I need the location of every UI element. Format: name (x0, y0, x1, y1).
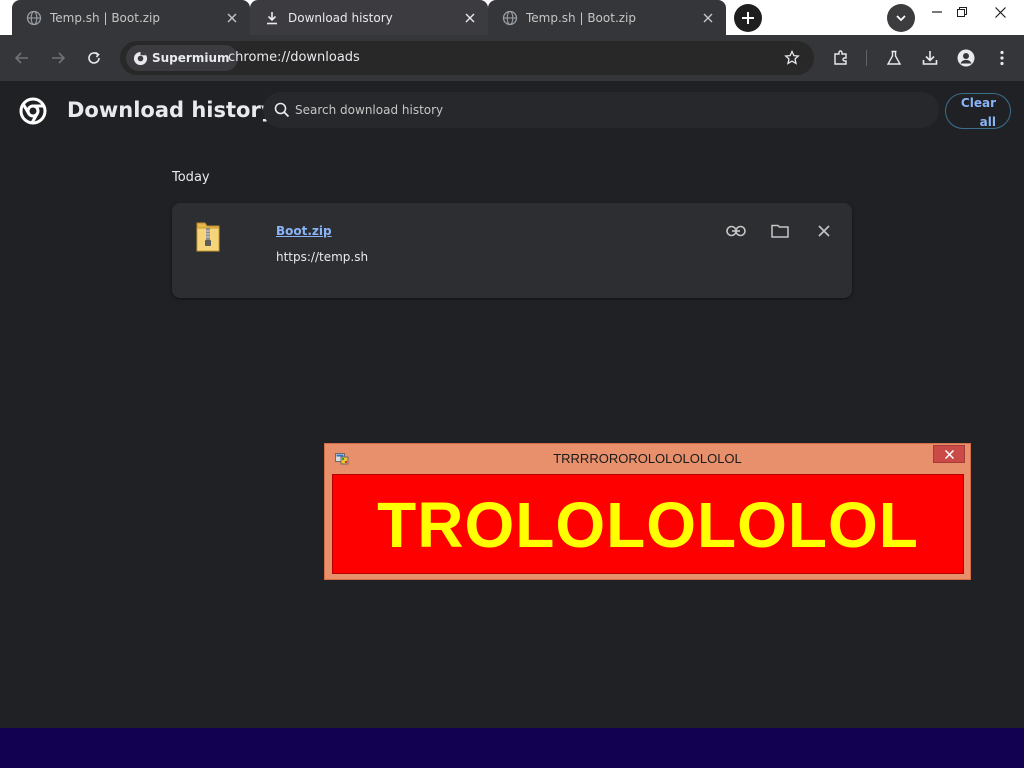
bottom-strip (0, 728, 1024, 768)
reload-button[interactable] (80, 44, 108, 72)
download-file-link[interactable]: Boot.zip (276, 224, 332, 238)
clear-all-button[interactable]: Clear all (945, 93, 1011, 129)
tab-download-history[interactable]: Download history (250, 0, 488, 35)
clear-all-label-line2: all (979, 115, 996, 129)
menu-kebab-icon[interactable] (991, 47, 1013, 69)
toolbar-separator (866, 50, 867, 66)
show-in-folder-icon[interactable] (768, 220, 792, 242)
tab-title: Temp.sh | Boot.zip (526, 10, 637, 25)
window-close-button[interactable] (983, 0, 1017, 24)
tab-strip: Temp.sh | Boot.zip Download history Temp… (0, 0, 1024, 35)
clear-all-label-line1: Clear (960, 96, 996, 110)
popup-title: TRRRROROROLOLOLOLOLOL (553, 451, 742, 466)
tab-temp-sh-1[interactable]: Temp.sh | Boot.zip (12, 0, 250, 35)
minimize-icon (932, 11, 942, 13)
address-bar[interactable]: Supermium chrome://downloads (120, 41, 814, 75)
tab-temp-sh-2[interactable]: Temp.sh | Boot.zip (488, 0, 726, 35)
chevron-down-icon (896, 15, 906, 22)
popup-window: TRRRROROROLOLOLOLOLOL TROLOLOLOLOL (324, 443, 971, 580)
popup-message-panel: TROLOLOLOLOL (332, 474, 964, 574)
remove-download-icon[interactable] (812, 220, 836, 242)
popup-title-bar[interactable]: TRRRROROROLOLOLOLOLOL (325, 444, 970, 472)
download-source-url: https://temp.sh (276, 250, 369, 264)
reload-icon (88, 51, 100, 64)
download-icon (264, 10, 280, 26)
downloads-header: Download history Clear all (0, 81, 1024, 139)
bookmark-star-icon[interactable] (782, 48, 802, 68)
arrow-left-icon (14, 52, 28, 64)
restore-button[interactable] (945, 0, 979, 24)
popup-close-button[interactable] (933, 445, 965, 463)
copy-link-icon[interactable] (724, 220, 748, 242)
site-info-chip[interactable]: Supermium (126, 45, 238, 71)
globe-icon (26, 10, 42, 26)
back-button[interactable] (8, 44, 36, 72)
close-icon[interactable] (700, 10, 716, 26)
downloads-icon[interactable] (919, 47, 941, 69)
url-text[interactable]: chrome://downloads (228, 50, 360, 65)
new-tab-button[interactable] (734, 4, 762, 32)
arrow-right-icon (52, 52, 66, 64)
forward-button[interactable] (44, 44, 72, 72)
zip-folder-icon (196, 222, 220, 252)
plus-icon (742, 12, 754, 24)
globe-icon (502, 10, 518, 26)
site-chip-label: Supermium (152, 51, 230, 65)
close-icon[interactable] (224, 10, 240, 26)
extensions-icon[interactable] (830, 47, 852, 69)
page-title: Download history (67, 98, 275, 122)
popup-message: TROLOLOLOLOL (377, 489, 919, 561)
supermium-logo-icon (132, 50, 148, 66)
chrome-logo-icon (19, 97, 47, 125)
tab-title: Download history (288, 10, 393, 25)
labs-flask-icon[interactable] (883, 47, 905, 69)
profile-avatar-icon[interactable] (955, 47, 977, 69)
tab-title: Temp.sh | Boot.zip (50, 10, 161, 25)
browser-toolbar: Supermium chrome://downloads (0, 35, 1024, 81)
search-icon (274, 102, 290, 118)
close-icon[interactable] (462, 10, 478, 26)
tab-search-button[interactable] (887, 4, 915, 32)
download-item: Boot.zip https://temp.sh (172, 203, 852, 298)
close-icon (944, 449, 954, 459)
search-input[interactable] (295, 92, 915, 128)
search-box[interactable] (263, 92, 939, 128)
close-icon (994, 6, 1006, 18)
date-heading: Today (172, 170, 210, 185)
restore-icon (957, 7, 967, 17)
